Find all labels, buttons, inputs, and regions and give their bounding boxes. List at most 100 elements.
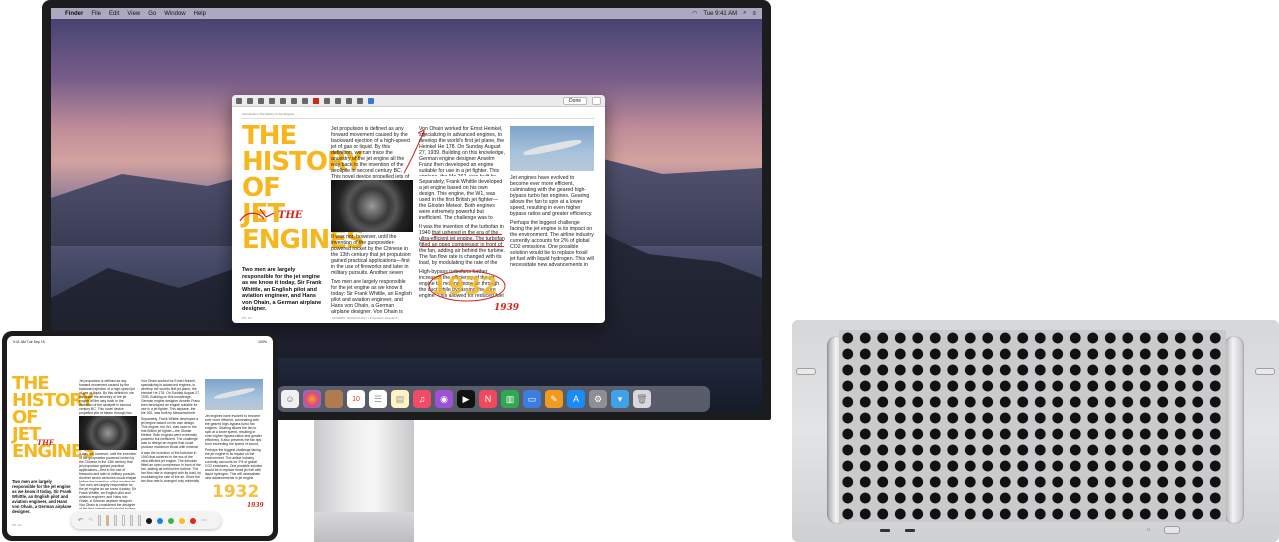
menu-view[interactable]: View — [127, 11, 140, 17]
more-options-icon[interactable]: ⋯ — [201, 517, 207, 524]
menu-finder[interactable]: Finder — [65, 11, 83, 17]
rotate-icon[interactable] — [335, 97, 341, 104]
color-blue[interactable] — [157, 517, 164, 524]
done-button[interactable]: Done — [563, 96, 587, 105]
front-grille — [839, 330, 1226, 522]
notes-icon[interactable]: ▤ — [391, 390, 409, 408]
ipad-page-number: PG. 10 — [12, 523, 22, 527]
sidecar-icon[interactable] — [368, 97, 374, 104]
menu-go[interactable]: Go — [148, 11, 156, 17]
ipad-screen: 9:41 AM Tue Sep 15 100% THE HISTORY OF J… — [7, 336, 273, 536]
undo-icon[interactable] — [346, 97, 352, 104]
podcasts-icon[interactable]: ◉ — [435, 390, 453, 408]
ipad-handwritten-year: 1939 — [247, 502, 264, 509]
power-button[interactable] — [1164, 526, 1180, 534]
undo-icon[interactable]: ↶ — [78, 517, 83, 524]
color-green[interactable] — [168, 517, 175, 524]
ipad-battery: 100% — [258, 340, 267, 344]
column-3-middle: Separately, Frank Whittle developed a je… — [419, 179, 503, 221]
lasso-tool[interactable] — [130, 515, 134, 526]
pen-tool[interactable] — [98, 515, 102, 526]
system-preferences-icon[interactable]: ⚙ — [589, 390, 607, 408]
finder-icon[interactable]: ☺ — [281, 390, 299, 408]
ipad-column-3-middle: Separately, Frank Whittle developed a je… — [141, 417, 199, 449]
redo-icon[interactable]: ↷ — [88, 517, 93, 524]
ipad: 9:41 AM Tue Sep 15 100% THE HISTORY OF J… — [2, 331, 278, 541]
fill-color-swatch[interactable] — [313, 97, 319, 104]
menu-clock[interactable]: Tue 9:41 AM — [703, 11, 737, 17]
sketch-tool-icon[interactable] — [236, 97, 242, 104]
redo-icon[interactable] — [357, 97, 363, 104]
column-4-top: Jet engines have evolved to become ever … — [510, 175, 593, 217]
display-stand-foot — [314, 512, 414, 542]
ipad-column-2-bottom: Two men are largely responsible for the … — [79, 483, 136, 509]
dock: ☺ 10 ☰ ▤ ♫ ◉ ▶ N ▥ ▭ ✎ A ⚙ ▾ 🗑 — [277, 386, 710, 412]
ipad-printed-year: 1932 — [212, 482, 260, 502]
text-tool-icon[interactable] — [269, 97, 275, 104]
color-yellow[interactable] — [179, 517, 186, 524]
strikethrough-mark — [432, 234, 502, 235]
search-icon[interactable]: ⌕ — [743, 10, 746, 17]
document-page: Introduction: The History of Jet Engines… — [232, 107, 605, 323]
border-color-icon[interactable] — [302, 97, 308, 104]
keynote-icon[interactable]: ▭ — [523, 390, 541, 408]
ipad-handwritten-insert: THE — [37, 438, 55, 447]
ipad-markup-toolbar: ↶ ↷ ⋯ — [71, 512, 221, 529]
calendar-icon[interactable]: 10 — [347, 390, 365, 408]
ipad-column-2-middle: It was not, however, until the invention… — [79, 452, 137, 482]
menu-bar: Finder File Edit View Go Window Help ◠ T… — [51, 8, 762, 19]
left-rack-latch — [796, 368, 816, 375]
trash-icon[interactable]: 🗑 — [633, 390, 651, 408]
text-style-icon[interactable] — [324, 97, 330, 104]
draw-tool-icon[interactable] — [247, 97, 253, 104]
contacts-icon[interactable] — [325, 390, 343, 408]
page-header: Introduction: The History of Jet Engines — [242, 112, 295, 116]
color-red[interactable] — [190, 517, 197, 524]
right-rack-latch — [1255, 368, 1275, 375]
line-style-icon[interactable] — [291, 97, 297, 104]
wifi-icon[interactable]: ◠ — [692, 10, 697, 17]
numbers-icon[interactable]: ▥ — [501, 390, 519, 408]
pages-icon[interactable]: ✎ — [545, 390, 563, 408]
column-3-top: Von Ohain worked for Ernst Heinkel, spec… — [419, 126, 505, 176]
page-footer: MODERN TECHNOLOGY • Propulsion Research — [332, 316, 398, 320]
column-2-bottom: Two men are largely responsible for the … — [331, 279, 413, 315]
reminders-icon[interactable]: ☰ — [369, 390, 387, 408]
downloads-folder-icon[interactable]: ▾ — [611, 390, 629, 408]
column-2-top: Jet propulsion is defined as any forward… — [331, 126, 410, 178]
ipad-airplane-photo — [205, 379, 263, 410]
color-black[interactable] — [146, 517, 153, 524]
menu-window[interactable]: Window — [164, 11, 185, 17]
column-3-turbofan: It was the invention of the turbofan in … — [419, 224, 505, 266]
news-icon[interactable]: N — [479, 390, 497, 408]
strikethrough-mark — [420, 246, 504, 247]
share-button[interactable] — [592, 96, 601, 105]
ipad-engine-photo — [79, 416, 137, 450]
marker-tool[interactable] — [106, 515, 110, 526]
eraser-tool[interactable] — [122, 515, 126, 526]
app-store-icon[interactable]: A — [567, 390, 585, 408]
column-2-middle: It was not, however, until the invention… — [331, 234, 411, 276]
strikethrough-mark — [420, 240, 504, 241]
power-led — [1147, 528, 1150, 531]
tv-icon[interactable]: ▶ — [457, 390, 475, 408]
menu-file[interactable]: File — [91, 11, 101, 17]
control-center-icon[interactable]: ≡ — [752, 11, 756, 17]
music-icon[interactable]: ♫ — [413, 390, 431, 408]
intro-text: Two men are largely responsible for the … — [242, 267, 322, 312]
sign-tool-icon[interactable] — [280, 97, 286, 104]
menu-help[interactable]: Help — [194, 11, 206, 17]
mac-pro-rack — [792, 320, 1279, 542]
menu-edit[interactable]: Edit — [109, 11, 119, 17]
ruler-tool[interactable] — [138, 515, 142, 526]
pencil-tool[interactable] — [114, 515, 118, 526]
photos-icon[interactable] — [303, 390, 321, 408]
insert-arrow-mark — [239, 208, 275, 222]
thunderbolt-port — [905, 529, 915, 532]
ipad-column-3-turbofan: It was the invention of the turbofan in … — [141, 451, 201, 483]
page-number: PG. 10 — [242, 316, 252, 320]
airplane-photo — [510, 126, 594, 171]
ipad-status-bar: 9:41 AM Tue Sep 15 100% — [13, 340, 267, 344]
ipad-column-2-top: Jet propulsion is defined as any forward… — [79, 379, 135, 415]
shapes-tool-icon[interactable] — [258, 97, 264, 104]
